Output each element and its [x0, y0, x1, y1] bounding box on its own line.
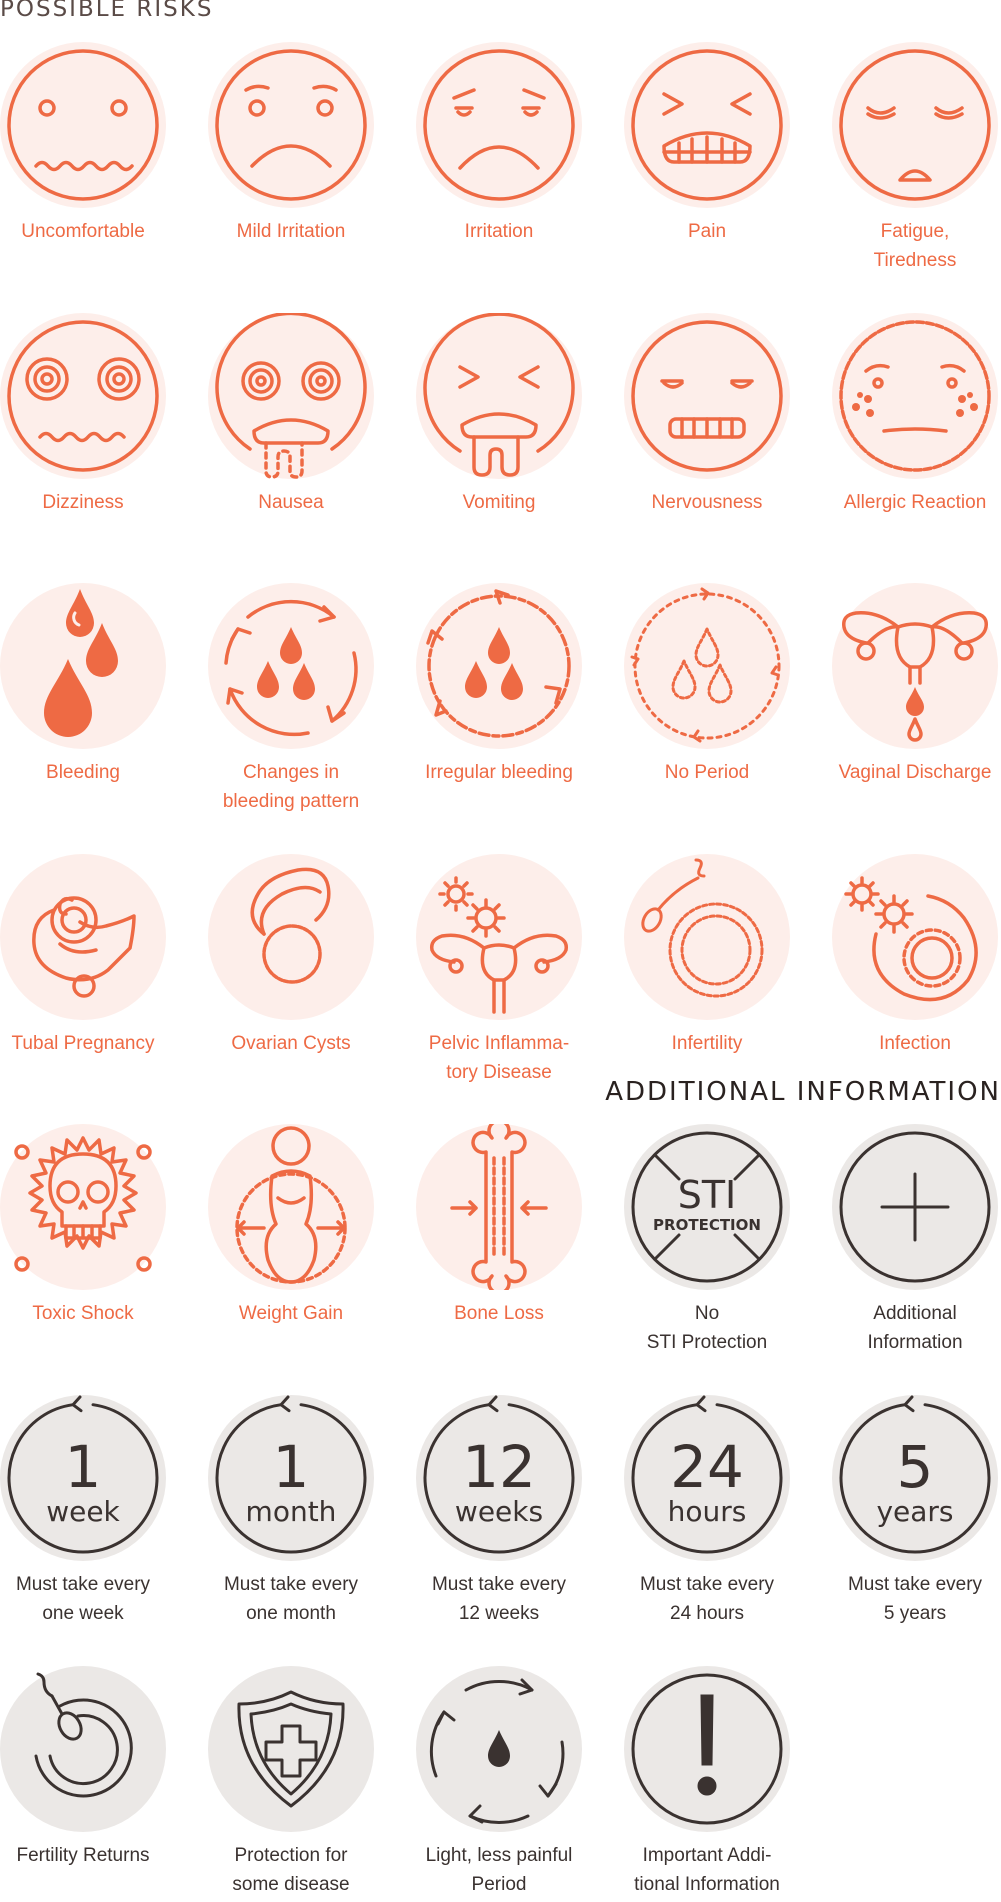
risk-label: Ovarian Cysts: [231, 1033, 351, 1054]
risk-label: Uncomfortable: [21, 221, 145, 242]
info-label: Light, less painful Period: [425, 1845, 573, 1895]
risk-label: Mild Irritation: [236, 221, 346, 242]
risk-label: Pelvic Inflamma- tory Disease: [428, 1033, 570, 1083]
additional-information-heading: ADDITIONAL INFORMATION: [605, 1077, 1001, 1107]
irregular-bleeding-icon: [426, 589, 571, 738]
uterus-discharge-icon: [842, 611, 988, 742]
bleeding-pattern-cycle-icon: [224, 599, 358, 737]
info-label: Protection for some disease: [232, 1845, 350, 1895]
risk-label: Nervousness: [651, 492, 763, 513]
light-period-cycle-icon: [429, 1678, 565, 1824]
skull-crossbones-icon: [14, 1136, 152, 1272]
ovarian-cyst-icon: [250, 867, 331, 984]
allergic-reaction-face-icon: [839, 320, 991, 472]
risk-label: Changes in bleeding pattern: [222, 762, 360, 812]
no-sti-protection-icon: STI PROTECTION: [631, 1131, 783, 1283]
cycle-number: 24: [670, 1433, 744, 1501]
risk-label: Pain: [687, 221, 727, 242]
risk-label: Bleeding: [46, 762, 120, 783]
protection-text: PROTECTION: [653, 1216, 761, 1234]
cycle-unit: years: [876, 1495, 953, 1528]
cycle-unit: weeks: [455, 1495, 543, 1528]
info-label: Must take every one month: [223, 1574, 359, 1624]
possible-risks-heading: POSSIBLE RISKS: [0, 0, 214, 22]
mild-irritation-face-icon: [215, 49, 367, 201]
info-label: Must take every 12 weeks: [431, 1574, 567, 1624]
vomiting-face-icon: [423, 313, 575, 477]
risk-label: Vomiting: [462, 492, 536, 513]
info-label: Must take every 5 years: [847, 1574, 983, 1624]
cycle-1-month-icon: 1 month: [215, 1395, 367, 1554]
risk-label: No Period: [664, 762, 750, 783]
dizziness-face-icon: [7, 320, 159, 472]
cycle-number: 1: [65, 1433, 102, 1501]
cycle-number: 5: [897, 1433, 934, 1501]
risk-label: Tubal Pregnancy: [11, 1033, 155, 1054]
risk-label: Weight Gain: [238, 1303, 344, 1324]
cycle-unit: month: [246, 1495, 337, 1528]
fertility-returns-icon: [34, 1672, 133, 1798]
uncomfortable-face-icon: [7, 49, 159, 201]
nausea-face-icon: [215, 313, 367, 479]
cycle-unit: week: [46, 1495, 120, 1528]
cycle-12-weeks-icon: 12 weeks: [423, 1395, 575, 1554]
irritation-face-icon: [423, 49, 575, 201]
cycle-1-week-icon: 1 week: [7, 1395, 159, 1554]
cycle-24-hours-icon: 24 hours: [631, 1395, 783, 1554]
risk-label: Infection: [879, 1033, 951, 1054]
risk-label: Vaginal Discharge: [838, 762, 992, 783]
tubal-pregnancy-icon: [32, 896, 136, 998]
risk-label: Fatigue, Tiredness: [873, 221, 957, 271]
no-period-icon: [630, 587, 781, 743]
pelvic-inflammation-icon: [429, 876, 569, 1014]
cycle-5-years-icon: 5 years: [839, 1395, 991, 1554]
bleeding-drops-icon: [44, 589, 118, 737]
info-label: Important Addi- tional Information: [634, 1845, 780, 1895]
risk-label: Allergic Reaction: [843, 492, 987, 513]
exclamation-icon: [631, 1673, 783, 1825]
cycle-unit: hours: [668, 1495, 747, 1528]
info-label: No STI Protection: [646, 1303, 768, 1353]
risk-label: Dizziness: [42, 492, 124, 513]
cycle-number: 1: [273, 1433, 310, 1501]
risk-label: Toxic Shock: [32, 1303, 134, 1324]
weight-gain-body-icon: [235, 1126, 347, 1284]
risk-label: Infertility: [671, 1033, 743, 1054]
info-label: Must take every 24 hours: [639, 1574, 775, 1624]
info-label: Fertility Returns: [16, 1845, 150, 1866]
plus-icon: [839, 1131, 991, 1283]
info-label: Additional Information: [867, 1303, 963, 1353]
infertility-icon: [641, 858, 764, 998]
nervousness-face-icon: [631, 320, 783, 472]
shield-cross-icon: [237, 1690, 345, 1808]
risk-label: Irregular bleeding: [425, 762, 573, 783]
pain-face-icon: [631, 49, 783, 201]
cycle-number: 12: [462, 1433, 536, 1501]
infection-germs-icon: [844, 876, 978, 1002]
risk-label: Nausea: [258, 492, 324, 513]
info-label: Must take every one week: [15, 1574, 151, 1624]
risk-label: Irritation: [464, 221, 534, 242]
fatigue-face-icon: [839, 49, 991, 201]
bone-loss-icon: [450, 1124, 548, 1290]
sti-text: STI: [678, 1173, 737, 1217]
risk-label: Bone Loss: [454, 1303, 544, 1324]
